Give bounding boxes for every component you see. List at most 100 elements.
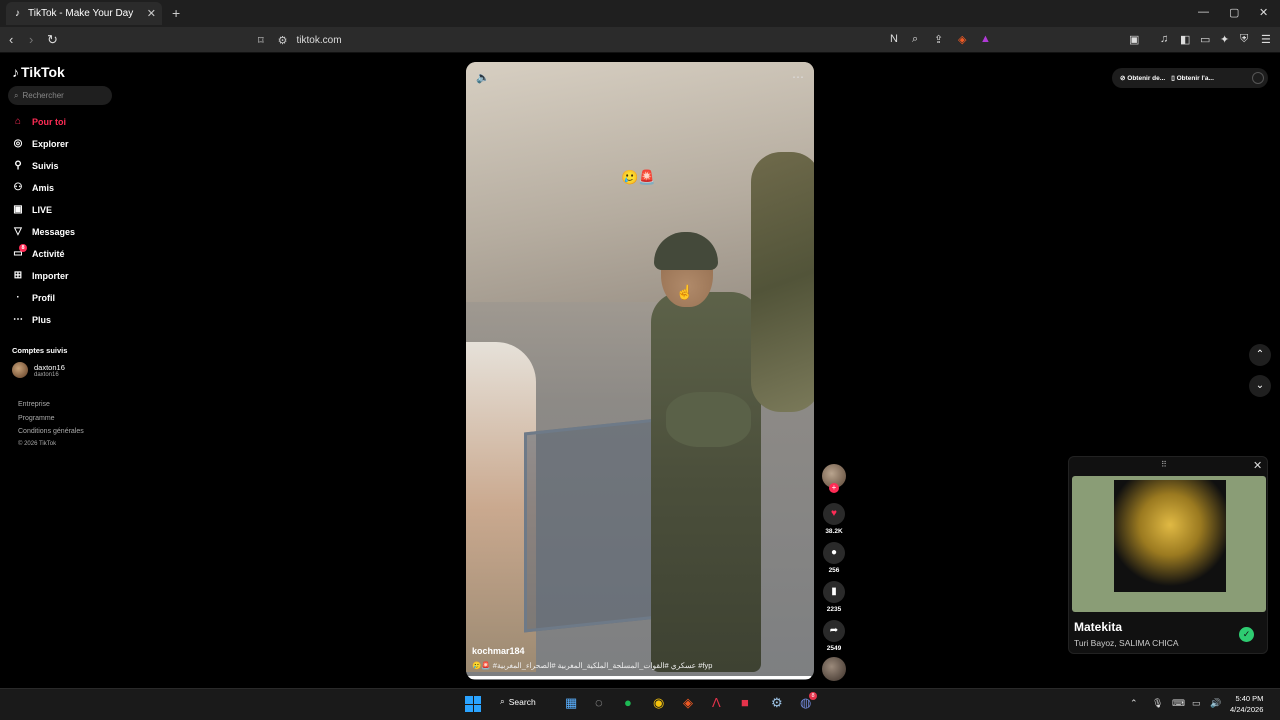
taskbar-app-icon[interactable]: ◌ [595,695,603,710]
share-arrow-icon[interactable]: ➦ [823,620,845,642]
like-count: 38.2K [825,528,843,535]
reload-icon[interactable]: ↻ [47,32,58,48]
red-app-icon[interactable]: ■ [741,695,749,710]
no-translate-icon[interactable]: N [890,33,898,45]
mini-player[interactable]: ⠿ ✕ Matekita Turi Bayoz, SALIMA CHICA ✓ [1068,456,1268,654]
check-icon[interactable]: ✓ [1239,627,1254,642]
brave-shield-icon[interactable]: ◈ [958,33,966,46]
nav-importer[interactable]: ⊞ Importer [12,270,69,281]
keyboard-icon[interactable]: ⌨ [1172,698,1185,709]
account-name: daxton16 [34,362,65,372]
tray-chevron-icon[interactable]: ⌃ [1130,698,1138,709]
video-scene-parachute-pack [666,392,751,447]
hand-cursor-icon: ☝ [676,284,694,300]
bookmark-icon[interactable]: ⌑ [258,34,264,47]
activity-icon: ▭ 8 [12,244,27,259]
nav-amis[interactable]: ⚇ Amis [12,182,55,193]
browser-tab[interactable]: ♪ TikTok - Make Your Day ✕ [6,2,162,25]
sound-disc-icon[interactable] [822,657,846,681]
minimize-button[interactable]: — [1198,6,1209,18]
chevron-down-icon: ⌄ [1255,380,1265,391]
comment-count: 256 [828,567,840,574]
site-info-icon[interactable]: ⚙ [278,34,288,47]
volume-icon[interactable]: 🔈 [476,71,490,84]
drag-handle-icon[interactable]: ⠿ [1161,460,1167,469]
discord-icon[interactable]: ◍ 8 [800,692,817,711]
share-action[interactable]: ➦ 2549 [821,620,847,652]
tiktok-note-icon: ♪ [12,64,19,80]
video-username[interactable]: kochmar184 [472,646,525,656]
microphone-icon[interactable]: 🎙 [1152,698,1163,709]
brave-icon[interactable]: ◈ [683,695,693,711]
follow-plus-icon[interactable]: + [829,483,839,493]
taskbar-search[interactable]: ⌕ Search [500,696,536,707]
next-video-button[interactable]: ⌄ [1249,375,1271,397]
menu-icon[interactable]: ☰ [1261,33,1271,46]
speaker-icon[interactable]: 🔊 [1210,698,1221,709]
compass-icon: ◎ [13,138,23,149]
nav-explorer[interactable]: ◎ Explorer [12,138,69,149]
windows-start-icon[interactable] [465,696,481,712]
leo-ai-icon[interactable]: ✦ [1220,33,1229,46]
comment-icon[interactable]: ● [823,542,845,564]
adobe-app-icon[interactable]: Λ [712,695,721,710]
footer-link-conditions[interactable]: Conditions générales [18,428,84,435]
save-action[interactable]: ▮ 2235 [821,581,847,613]
footer-link-programme[interactable]: Programme [18,415,55,422]
heart-icon[interactable]: ♥ [823,503,845,525]
forward-icon[interactable]: › [29,32,33,47]
back-icon[interactable]: ‹ [9,32,13,47]
network-icon[interactable]: ▭ [1192,698,1201,709]
avatar [12,362,28,378]
nav-messages[interactable]: ▽ Messages [12,226,75,237]
more-icon: ⋯ [13,314,23,325]
close-tab-icon[interactable]: ✕ [147,7,156,20]
url-bar[interactable]: ⌑ ⚙ tiktok.com [255,30,995,50]
zoom-icon[interactable]: ⌕ [912,33,918,46]
url-text[interactable]: tiktok.com [297,35,342,46]
gallery-app-icon[interactable]: ▦ [565,695,577,711]
video-scene-arm [751,152,814,412]
comment-action[interactable]: ● 256 [821,542,847,574]
followed-account[interactable]: daxton16 daxton16 [12,362,65,378]
nav-plus[interactable]: ⋯ Plus [12,314,51,325]
more-options-icon[interactable]: ⋯ [792,70,804,84]
bookmark-icon[interactable]: ▮ [823,581,845,603]
clock-date: 4/24/2026 [1230,705,1264,714]
nav-suivis[interactable]: ⚲ Suivis [12,160,58,171]
nav-profil[interactable]: · Profil [12,292,55,303]
share-icon[interactable]: ⇪ [934,33,943,46]
get-desktop-button[interactable]: ⊘ Obtenir de... [1120,74,1165,82]
sidebar-icon[interactable]: ◧ [1180,33,1190,46]
get-app-button[interactable]: ▯ Obtenir l'a... [1171,74,1214,82]
wallet-icon[interactable]: ▭ [1200,33,1210,46]
search-input[interactable]: ⌕ Rechercher [8,86,112,105]
tiktok-logo[interactable]: ♪ TikTok [12,64,65,80]
music-icon[interactable]: ♫ [1160,33,1168,45]
spotify-icon[interactable]: ● [624,695,632,710]
like-action[interactable]: ♥ 38.2K [821,503,847,535]
brave-rewards-icon[interactable]: ▲ [980,33,991,45]
song-artist: Turi Bayoz, SALIMA CHICA [1074,638,1179,648]
nav-live[interactable]: ▣ LIVE [12,204,52,215]
footer-link-entreprise[interactable]: Entreprise [18,401,50,408]
close-icon[interactable]: ✕ [1253,459,1262,472]
vpn-icon[interactable]: ⛨ [1240,33,1248,46]
save-count: 2235 [826,606,842,613]
emoji-overlay: 🥲🚨 [621,169,656,185]
restore-button[interactable]: ▢ [1229,6,1239,19]
nav-pour-toi[interactable]: ⌂ Pour toi [12,116,66,127]
nav-activite[interactable]: ▭ 8 Activité [12,244,65,259]
video-progress-bar[interactable] [466,676,814,679]
chrome-icon[interactable]: ◉ [653,695,664,711]
close-window-button[interactable]: ✕ [1259,6,1268,19]
new-tab-button[interactable]: + [172,5,180,21]
system-clock[interactable]: 5:40 PM 4/24/2026 [1230,693,1263,715]
tab-search-icon[interactable]: ▣ [1129,33,1139,46]
windows-taskbar [0,688,1280,720]
previous-video-button[interactable]: ⌃ [1249,344,1271,366]
activity-badge: 8 [19,244,27,252]
video-player[interactable]: 🥲🚨 🔈 ⋯ kochmar184 🥲🚨 #عسكري #القوات_المس… [466,62,814,680]
steam-icon[interactable]: ⚙ [771,695,783,711]
profile-avatar[interactable] [1252,72,1264,84]
